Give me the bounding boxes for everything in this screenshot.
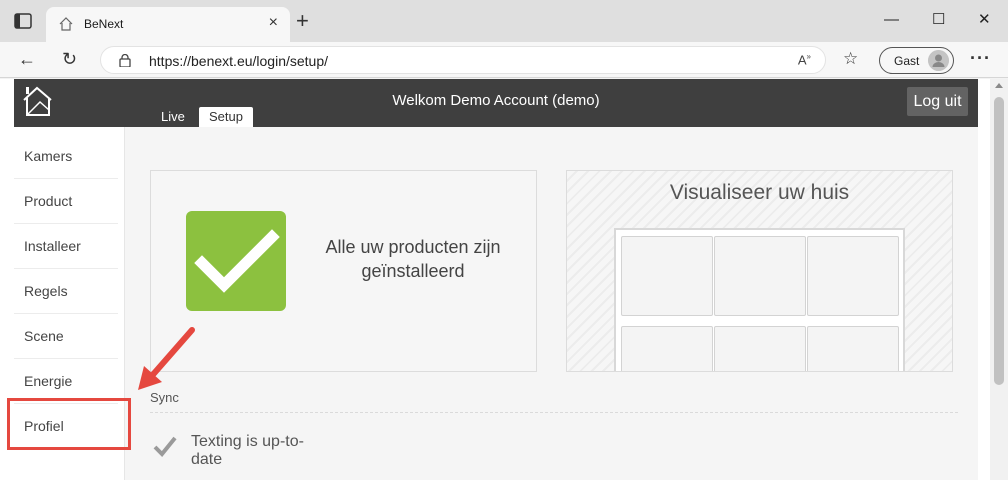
annotation-arrow-icon — [138, 327, 195, 390]
app-header: Welkom Demo Account (demo) Log uit Live … — [14, 79, 978, 127]
sync-status-line2: date — [191, 451, 223, 468]
setup-content: Alle uw producten zijn geïnstalleerd Vis… — [124, 127, 978, 480]
sync-status-text: Texting is up-to- date — [191, 433, 331, 469]
address-bar: ← ↻ https://benext.eu/login/setup/ A» ☆ … — [0, 42, 1008, 78]
divider — [150, 412, 958, 413]
page-scrollbar[interactable] — [990, 79, 1008, 480]
installed-message-line2: geïnstalleerd — [361, 261, 465, 281]
url-field[interactable]: https://benext.eu/login/setup/ A» — [100, 46, 826, 74]
maximize-icon[interactable]: ☐ — [932, 12, 945, 28]
scroll-up-icon[interactable] — [995, 83, 1003, 88]
browser-tab[interactable]: BeNext × — [46, 7, 290, 42]
sidebar-item-label: Regels — [24, 283, 68, 299]
tab-live[interactable]: Live — [151, 107, 195, 127]
installed-panel: Alle uw producten zijn geïnstalleerd — [150, 170, 537, 372]
visualize-house-panel[interactable]: Visualiseer uw huis — [566, 170, 953, 372]
window-icon[interactable] — [14, 13, 32, 29]
back-icon[interactable]: ← — [18, 50, 36, 68]
highlight-box — [7, 398, 131, 450]
visualize-title: Visualiseer uw huis — [669, 181, 850, 204]
sidebar-item-label: Kamers — [24, 148, 73, 164]
installed-message-line1: Alle uw producten zijn — [325, 237, 501, 257]
read-aloud-icon[interactable]: A» — [798, 52, 811, 67]
checkmark-icon — [194, 229, 280, 293]
sidebar-item-label: Energie — [24, 373, 73, 389]
web-page: Welkom Demo Account (demo) Log uit Live … — [0, 79, 1008, 480]
room-tile — [621, 326, 713, 371]
sidebar-item-installeer[interactable]: Installeer — [14, 224, 118, 269]
installed-status-badge — [186, 211, 286, 311]
tab-title: BeNext — [84, 17, 124, 31]
room-tile — [714, 236, 806, 316]
profile-button[interactable]: Gast — [879, 47, 954, 74]
refresh-icon[interactable]: ↻ — [62, 50, 77, 68]
sidebar-item-regels[interactable]: Regels — [14, 269, 118, 314]
sidebar-item-label: Scene — [24, 328, 64, 344]
more-icon[interactable]: ··· — [970, 48, 991, 69]
browser-tab-bar: BeNext × + — ☐ ✕ — [0, 0, 1008, 42]
installed-message: Alle uw producten zijn geïnstalleerd — [313, 235, 513, 283]
sidebar-item-label: Installeer — [24, 238, 81, 254]
house-floorplan — [614, 228, 905, 371]
sidebar-item-scene[interactable]: Scene — [14, 314, 118, 359]
sidebar-item-kamers[interactable]: Kamers — [14, 134, 118, 179]
room-tile — [807, 236, 899, 316]
close-window-icon[interactable]: ✕ — [978, 12, 991, 28]
profile-label: Gast — [894, 54, 920, 68]
sidebar-item-label: Product — [24, 193, 73, 209]
close-tab-icon[interactable]: × — [269, 15, 278, 31]
favicon-house-icon — [59, 17, 73, 31]
sidebar-item-product[interactable]: Product — [14, 179, 118, 224]
room-tile — [807, 326, 899, 371]
sync-check-icon — [153, 436, 177, 457]
room-tile — [621, 236, 713, 316]
favorites-icon[interactable]: ☆ — [843, 50, 858, 68]
tab-setup[interactable]: Setup — [199, 107, 253, 127]
url-text: https://benext.eu/login/setup/ — [149, 53, 329, 69]
lock-icon[interactable] — [119, 54, 131, 67]
logout-button[interactable]: Log uit — [907, 87, 968, 116]
room-tile — [714, 326, 806, 371]
sync-status-line1: Texting is up-to- — [191, 433, 304, 450]
minimize-icon[interactable]: — — [884, 12, 899, 28]
profile-avatar-icon — [928, 50, 949, 71]
scroll-thumb[interactable] — [994, 97, 1004, 385]
new-tab-icon[interactable]: + — [296, 10, 309, 32]
